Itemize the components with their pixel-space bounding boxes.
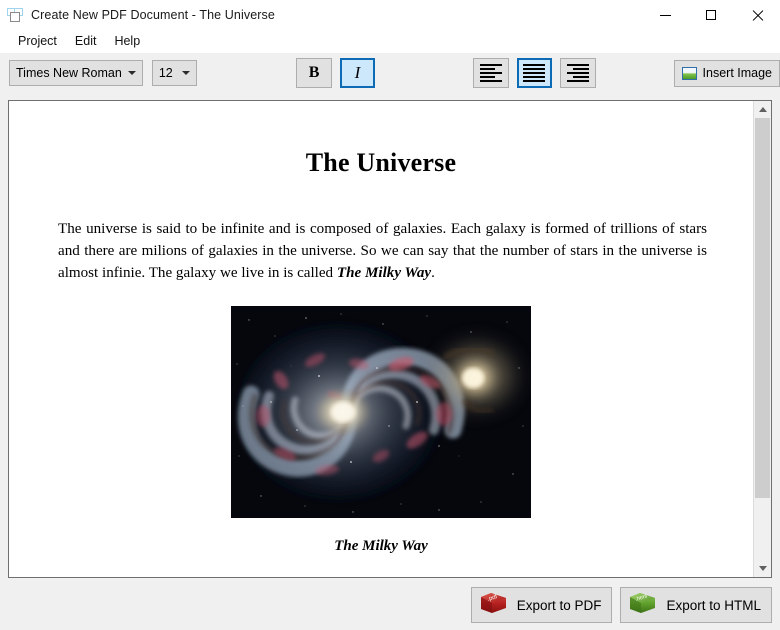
align-center-button[interactable]: [516, 58, 553, 88]
scrollbar-thumb[interactable]: [755, 118, 770, 499]
figure-block: [9, 306, 753, 518]
scroll-up-button[interactable]: [754, 101, 771, 118]
paragraph-text-2: .: [431, 265, 435, 281]
paragraph-emphasis: The Milky Way: [336, 265, 432, 281]
italic-icon: I: [354, 63, 361, 82]
align-right-button[interactable]: [560, 58, 596, 88]
document-page[interactable]: The Universe The universe is said to be …: [9, 101, 753, 577]
document-title: The Universe: [305, 148, 457, 177]
maximize-button[interactable]: [688, 0, 734, 30]
maximize-icon: [706, 10, 716, 20]
italic-button[interactable]: I: [339, 58, 376, 88]
minimize-button[interactable]: [642, 0, 688, 30]
chevron-down-icon: [122, 71, 142, 75]
title-bar: Create New PDF Document - The Universe: [0, 0, 780, 30]
insert-image-button[interactable]: Insert Image: [673, 59, 780, 87]
figure-caption: The Milky Way: [334, 538, 428, 554]
app-window-icon: [7, 8, 23, 22]
export-to-html-label: Export to HTML: [666, 597, 761, 613]
scroll-down-button[interactable]: [754, 560, 771, 577]
export-to-pdf-label: Export to PDF: [516, 597, 602, 613]
formatting-toolbar: Times New Roman 12 B I Insert Image: [0, 53, 780, 93]
align-left-icon: [479, 64, 502, 82]
align-center-icon: [523, 64, 546, 82]
window-controls: [642, 0, 780, 30]
chevron-down-icon: [176, 71, 196, 75]
document-vertical-scrollbar[interactable]: [753, 101, 771, 577]
align-right-icon: [566, 64, 589, 82]
close-icon: [752, 10, 763, 21]
window-title: Create New PDF Document - The Universe: [31, 8, 275, 22]
galaxy-image[interactable]: [231, 306, 531, 518]
bold-icon: B: [308, 64, 320, 81]
export-to-pdf-button[interactable]: .pdf Export to PDF: [470, 587, 613, 623]
menu-item-edit[interactable]: Edit: [66, 32, 106, 51]
picture-icon: [681, 66, 697, 80]
menu-bar: Project Edit Help: [0, 30, 780, 53]
export-to-html-button[interactable]: .html Export to HTML: [620, 587, 772, 623]
scrollbar-track[interactable]: [754, 118, 771, 560]
bold-button[interactable]: B: [296, 58, 332, 88]
chevron-down-icon: [758, 566, 767, 571]
insert-image-label: Insert Image: [702, 66, 773, 80]
footer-action-bar: .pdf Export to PDF .html Export to HTML: [0, 580, 780, 630]
font-family-value: Times New Roman: [16, 66, 122, 80]
font-family-select[interactable]: Times New Roman: [9, 60, 143, 86]
font-size-select[interactable]: 12: [151, 60, 198, 86]
document-editor[interactable]: The Universe The universe is said to be …: [8, 100, 772, 578]
chevron-up-icon: [758, 107, 767, 112]
menu-item-project[interactable]: Project: [9, 32, 66, 51]
minimize-icon: [659, 14, 671, 16]
html-file-icon: .html: [628, 591, 658, 620]
font-size-value: 12: [158, 66, 173, 80]
menu-item-help[interactable]: Help: [105, 32, 149, 51]
pdf-file-icon: .pdf: [479, 591, 509, 620]
close-button[interactable]: [734, 0, 780, 30]
align-left-button[interactable]: [473, 58, 509, 88]
document-paragraph: The universe is said to be infinite and …: [9, 218, 753, 284]
